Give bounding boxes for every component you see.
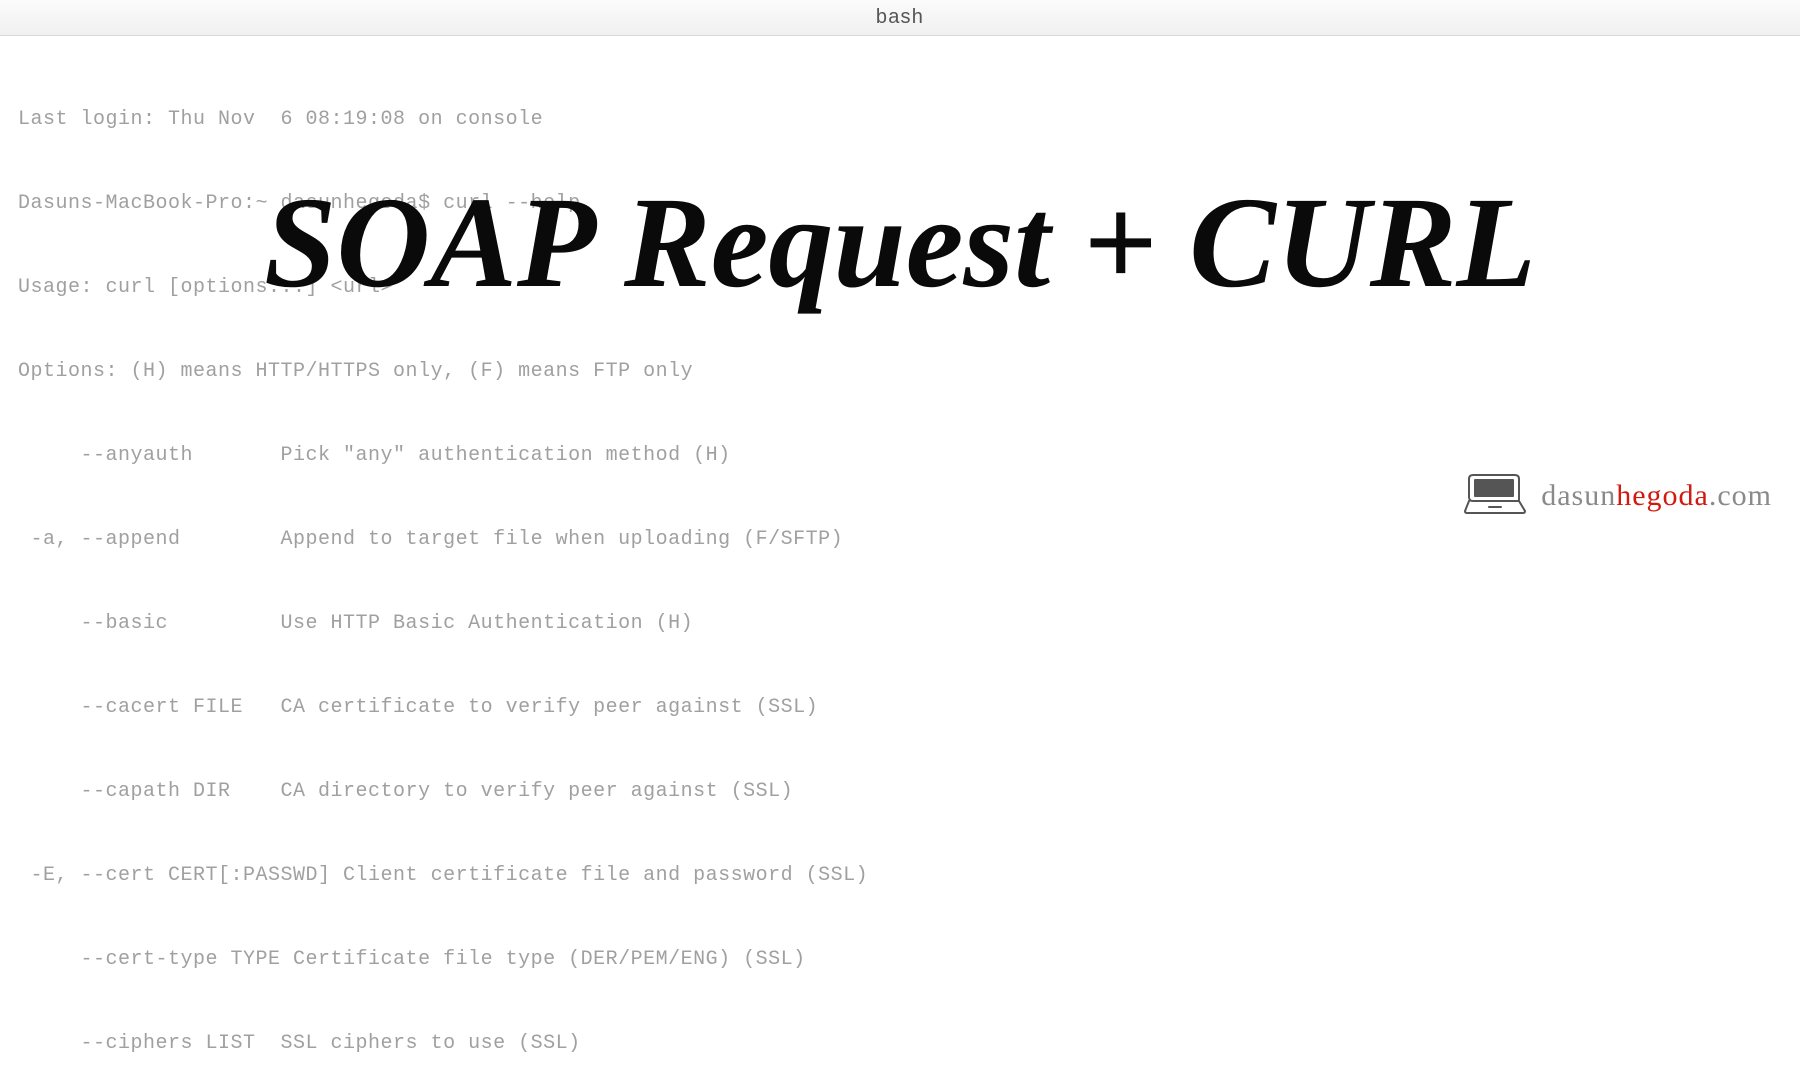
terminal-line: --cacert FILE CA certificate to verify p… — [18, 694, 1782, 722]
window-title: bash — [876, 6, 924, 29]
terminal-line: -a, --append Append to target file when … — [18, 526, 1782, 554]
terminal-output: Last login: Thu Nov 6 08:19:08 on consol… — [0, 36, 1800, 1090]
watermark-prefix: dasun — [1541, 479, 1616, 512]
terminal-line: --basic Use HTTP Basic Authentication (H… — [18, 610, 1782, 638]
terminal-line: --cert-type TYPE Certificate file type (… — [18, 946, 1782, 974]
terminal-line: Options: (H) means HTTP/HTTPS only, (F) … — [18, 358, 1782, 386]
watermark-highlight: hegoda — [1616, 479, 1709, 512]
window-titlebar: bash — [0, 0, 1800, 36]
terminal-line: Dasuns-MacBook-Pro:~ dasunhegoda$ curl -… — [18, 190, 1782, 218]
terminal-line: --capath DIR CA directory to verify peer… — [18, 778, 1782, 806]
terminal-line: --anyauth Pick "any" authentication meth… — [18, 442, 1782, 470]
laptop-icon — [1463, 469, 1529, 523]
terminal-line: Usage: curl [options...] <url> — [18, 274, 1782, 302]
terminal-line: --ciphers LIST SSL ciphers to use (SSL) — [18, 1030, 1782, 1058]
site-watermark: dasunhegoda.com — [1463, 469, 1772, 523]
watermark-suffix: .com — [1709, 479, 1772, 512]
terminal-line: Last login: Thu Nov 6 08:19:08 on consol… — [18, 106, 1782, 134]
terminal-line: -E, --cert CERT[:PASSWD] Client certific… — [18, 862, 1782, 890]
